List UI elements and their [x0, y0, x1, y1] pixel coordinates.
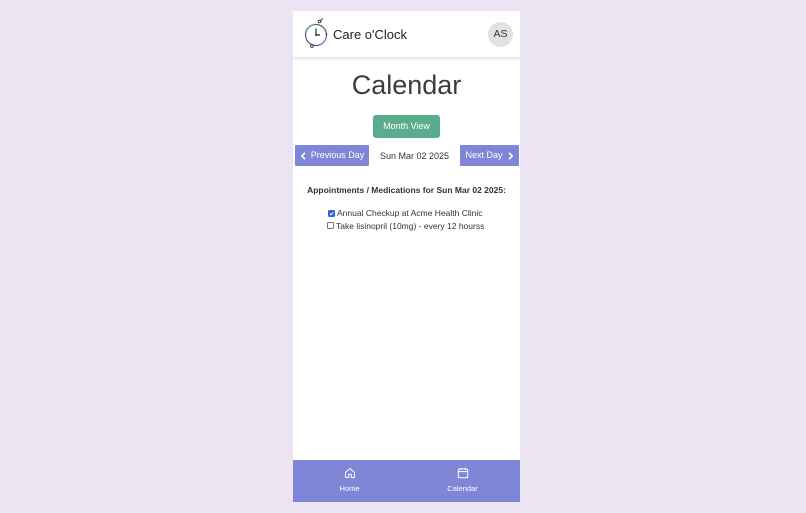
chevron-left-icon	[300, 151, 306, 160]
list-item: Take lisinopril (10mg) - every 12 hourss	[327, 220, 484, 233]
previous-day-button[interactable]: Previous Day	[295, 145, 369, 166]
app-header: Care o'Clock AS	[293, 11, 520, 57]
appointment-list: Annual Checkup at Acme Health Clinic Tak…	[327, 207, 484, 233]
month-view-button[interactable]: Month View	[373, 115, 440, 138]
list-item-label: Take lisinopril (10mg) - every 12 hourss	[336, 220, 485, 231]
current-date: Sun Mar 02 2025	[379, 151, 450, 161]
tab-home[interactable]: Home	[293, 460, 406, 502]
page-title: Calendar	[351, 70, 462, 100]
home-icon	[345, 468, 355, 478]
avatar[interactable]: AS	[488, 22, 513, 47]
tab-calendar-label: Calendar	[447, 484, 478, 493]
chevron-right-icon	[507, 151, 513, 160]
next-day-button[interactable]: Next Day	[460, 145, 519, 166]
list-item: Annual Checkup at Acme Health Clinic	[328, 207, 484, 220]
next-day-label: Next Day	[465, 150, 503, 160]
bottom-navigation: Home Calendar	[293, 460, 520, 502]
app-screen: Care o'Clock AS Calendar Month View Prev…	[293, 11, 520, 502]
checkbox-unchecked[interactable]	[327, 222, 334, 230]
checkbox-checked[interactable]	[328, 209, 335, 217]
tab-calendar[interactable]: Calendar	[406, 460, 519, 502]
list-item-label: Annual Checkup at Acme Health Clinic	[337, 208, 483, 219]
app-title: Care o'Clock	[333, 27, 408, 42]
clock-logo-icon[interactable]	[303, 17, 329, 49]
tab-home-label: Home	[339, 484, 360, 493]
previous-day-label: Previous Day	[310, 150, 365, 160]
list-heading: Appointments / Medications for Sun Mar 0…	[307, 185, 506, 195]
calendar-icon	[457, 467, 469, 479]
